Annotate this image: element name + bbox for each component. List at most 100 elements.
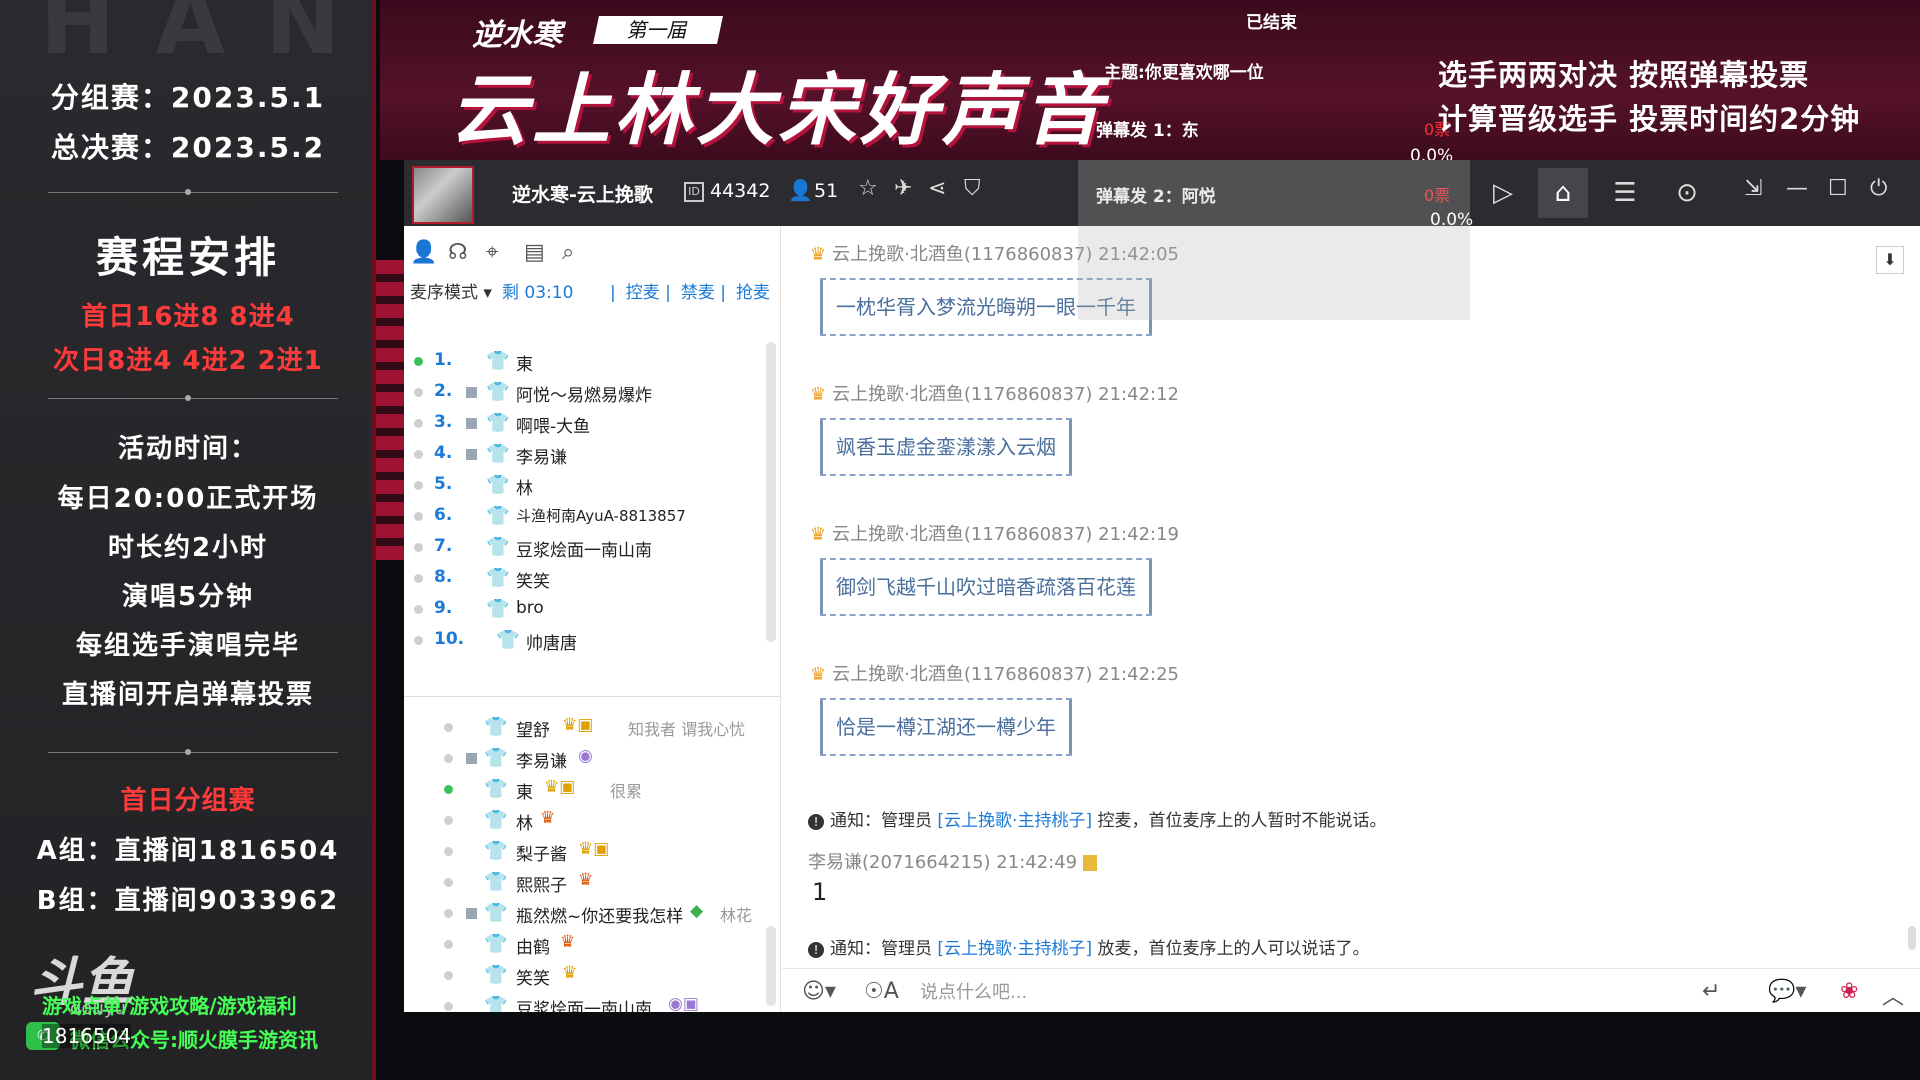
member-name: 李易谦: [516, 752, 567, 772]
queue-number: 8.: [434, 567, 453, 587]
queue-number: 4.: [434, 443, 453, 463]
queue-item[interactable]: 6. 👕 斗渔柯南AyuA-8813857: [404, 501, 764, 532]
location-icon[interactable]: ⌖: [486, 240, 498, 265]
mic-mode-dropdown[interactable]: 麦序模式 ▾: [410, 278, 492, 303]
promo-line: 游戏点单/游戏攻略/游戏福利: [42, 994, 297, 1018]
share-icon[interactable]: ⋖: [928, 176, 946, 201]
queue-item[interactable]: 9. 👕 bro: [404, 594, 764, 625]
collapse-icon[interactable]: ⇲: [1744, 176, 1762, 201]
notice-text: 控麦，首位麦序上的人暂时不能说话。: [1092, 811, 1387, 831]
member-item[interactable]: 👕 梨子酱 ♛▣: [404, 836, 764, 867]
queue-item[interactable]: 3. 👕 啊喂-大鱼: [404, 408, 764, 439]
vote-overlay: [1078, 160, 1470, 320]
minimize-icon[interactable]: —: [1786, 176, 1808, 201]
member-item[interactable]: 👕 東 ♛▣ 很累: [404, 774, 764, 805]
vest-icon: 👕: [486, 536, 510, 558]
crown-badge-icon: ♛▣: [578, 839, 610, 859]
chat-message: 1: [812, 878, 828, 906]
member-item[interactable]: 👕 由鹤 ♛: [404, 929, 764, 960]
control-mic-link[interactable]: 控麦: [626, 283, 660, 303]
mic-icon: [466, 387, 477, 398]
chat-panel: ⬇ ♛ 云上挽歌·北酒鱼(1176860837) 21:42:05 一枕华胥入梦流…: [782, 226, 1920, 966]
maximize-icon[interactable]: ☐: [1828, 176, 1848, 201]
star-icon[interactable]: ☆: [858, 176, 878, 201]
send-icon[interactable]: ✈: [894, 176, 912, 201]
power-icon[interactable]: ⏻: [1870, 176, 1887, 201]
member-scrollbar[interactable]: [766, 926, 776, 1006]
message-author: 云上挽歌·北酒鱼(1176860837) 21:42:25: [832, 664, 1179, 685]
queue-name: bro: [516, 598, 544, 618]
mic-mode-label: 麦序模式: [410, 283, 478, 303]
divider: [404, 696, 780, 697]
status-dot: [414, 450, 423, 459]
queue-name: 李易谦: [516, 448, 567, 468]
queue-item[interactable]: 4. 👕 李易谦: [404, 439, 764, 470]
status-dot: [414, 605, 423, 614]
member-name: 林: [516, 814, 533, 834]
grab-mic-link[interactable]: 抢麦: [736, 283, 770, 303]
notice-text: 放麦，首位麦序上的人可以说话了。: [1092, 939, 1370, 959]
member-item[interactable]: 👕 豆浆烩面一南山南 ◉▣: [404, 991, 764, 1012]
member-item[interactable]: 👕 熙熙子 ♛: [404, 867, 764, 898]
status-dot: [444, 785, 453, 794]
crown-badge-icon: ♛: [540, 808, 556, 828]
room-avatar[interactable]: [412, 166, 474, 224]
vest-icon: 👕: [486, 598, 510, 620]
mic-icon: [466, 753, 477, 764]
gamepad-icon[interactable]: ⊙: [1662, 168, 1712, 218]
home-icon[interactable]: ⌂: [1538, 168, 1588, 218]
admin-link[interactable]: [云上挽歌·主持桃子]: [937, 939, 1092, 959]
ban-mic-link[interactable]: 禁麦: [681, 283, 715, 303]
member-item[interactable]: 👕 望舒 ♛▣ 知我者 谓我心忧: [404, 712, 764, 743]
video-icon[interactable]: ▷: [1478, 168, 1528, 218]
user-icon: 👤: [788, 178, 813, 202]
divider: [48, 192, 338, 193]
queue-number: 7.: [434, 536, 453, 556]
list-icon[interactable]: ☰: [1600, 168, 1650, 218]
queue-item[interactable]: 5. 👕 林: [404, 470, 764, 501]
queue-item[interactable]: 1. 👕 東: [404, 346, 764, 377]
mic-icon: [466, 449, 477, 460]
gem-badge-icon: ◆: [690, 901, 704, 921]
member-item[interactable]: 👕 瓶然燃~你还要我怎样 ◆ 林花: [404, 898, 764, 929]
comment-icon[interactable]: 💬▾: [1768, 979, 1806, 1004]
chevron-up-icon[interactable]: ︿: [1882, 979, 1904, 1011]
crown-badge-icon: ♛: [560, 932, 576, 952]
emoji-icon[interactable]: ☺▾: [802, 979, 836, 1004]
vest-icon: 👕: [486, 567, 510, 589]
status-dot: [414, 388, 423, 397]
status-dot: [444, 878, 453, 887]
queue-item[interactable]: 2. 👕 阿悦～易燃易爆炸: [404, 377, 764, 408]
group-a-room: A组：直播间1816504: [36, 836, 340, 866]
queue-scrollbar[interactable]: [766, 342, 776, 642]
enter-icon[interactable]: ↵: [1702, 979, 1720, 1004]
decorative-stripes: [376, 260, 404, 560]
queue-name: 阿悦～易燃易爆炸: [516, 386, 652, 406]
queue-number: 5.: [434, 474, 453, 494]
crown-icon: ♛: [810, 664, 827, 685]
crown-badge-icon: ♛: [578, 870, 594, 890]
font-icon[interactable]: ☉A: [864, 979, 899, 1004]
queue-number: 2.: [434, 381, 453, 401]
headset-icon[interactable]: ☊: [448, 240, 468, 265]
member-item[interactable]: 👕 笑笑 ♛: [404, 960, 764, 991]
chat-input-bar: ☺▾ ☉A ↵ 💬▾ ❀ ︿: [782, 968, 1920, 1013]
system-notice: ! 通知：管理员 [云上挽歌·主持桃子] 控麦，首位麦序上的人暂时不能说话。: [808, 806, 1386, 831]
shield-icon[interactable]: ⛉: [964, 176, 981, 201]
scroll-down-button[interactable]: ⬇: [1876, 246, 1904, 274]
queue-item[interactable]: 10. 👕 帅唐唐: [404, 625, 764, 656]
queue-item[interactable]: 7. 👕 豆浆烩面一南山南: [404, 532, 764, 563]
member-item[interactable]: 👕 林 ♛: [404, 805, 764, 836]
chat-input[interactable]: [918, 977, 1562, 1007]
search-icon[interactable]: ⌕: [562, 240, 574, 265]
person-icon[interactable]: 👤: [410, 240, 437, 265]
board-icon[interactable]: ▤: [524, 240, 545, 265]
flower-icon[interactable]: ❀: [1840, 979, 1858, 1004]
member-item[interactable]: 👕 李易谦 ◉: [404, 743, 764, 774]
chat-scrollbar[interactable]: [1908, 926, 1916, 950]
vest-icon: 👕: [486, 350, 510, 372]
queue-item[interactable]: 8. 👕 笑笑: [404, 563, 764, 594]
divider-dot: [185, 395, 191, 401]
admin-link[interactable]: [云上挽歌·主持桃子]: [937, 811, 1092, 831]
vest-icon: 👕: [484, 995, 508, 1012]
